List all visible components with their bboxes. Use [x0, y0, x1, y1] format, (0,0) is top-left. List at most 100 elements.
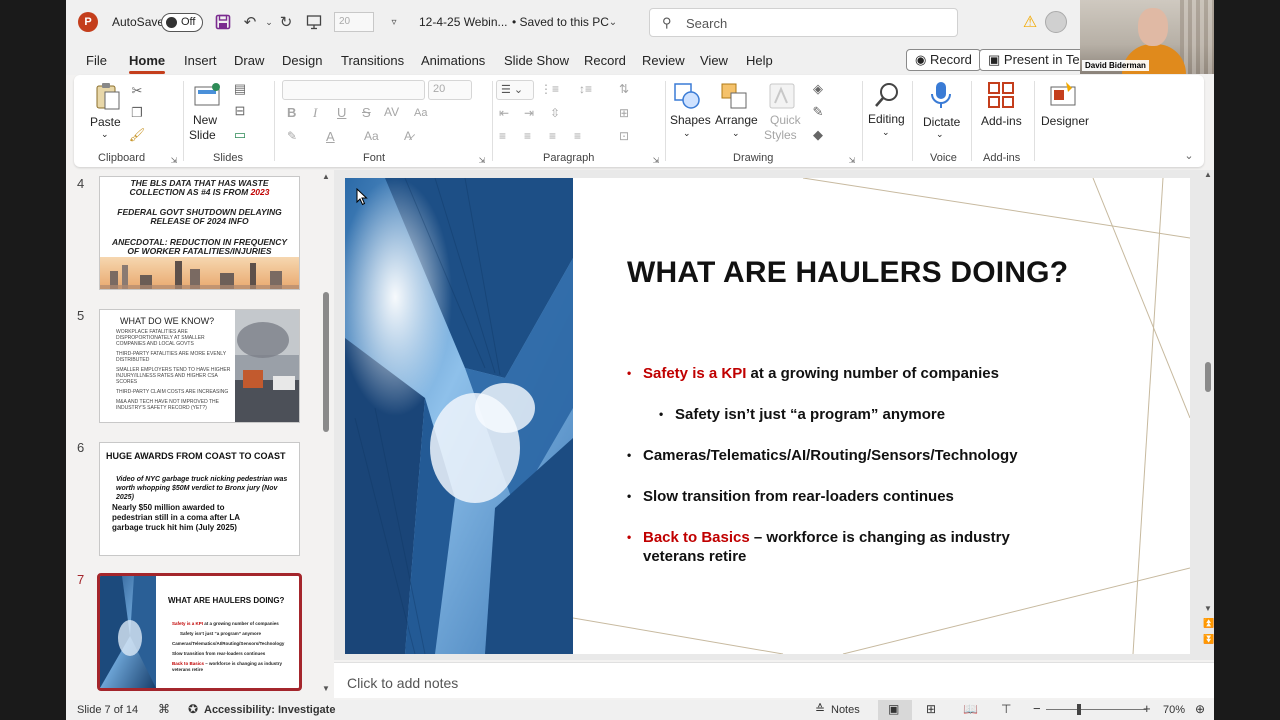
notes-button[interactable]: Notes — [831, 704, 860, 716]
notes-pane[interactable]: Click to add notes — [334, 662, 1214, 698]
accessibility-status[interactable]: Accessibility: Investigate — [204, 704, 335, 716]
shapes-icon[interactable] — [672, 81, 702, 111]
slideshow-icon[interactable]: ⊤ — [1001, 702, 1011, 716]
tab-view[interactable]: View — [700, 53, 728, 68]
tab-help[interactable]: Help — [746, 53, 773, 68]
quick-styles-icon[interactable] — [767, 81, 797, 111]
customize-toolbar-icon[interactable]: ▿ — [384, 12, 404, 32]
scroll-up-icon[interactable]: ▲ — [1204, 170, 1212, 179]
align-text-icon[interactable]: ⊞ — [619, 106, 629, 120]
slide-sorter-icon[interactable]: ⊞ — [926, 702, 936, 716]
designer-button[interactable]: Designer — [1041, 114, 1089, 128]
slide-thumbnail-6[interactable]: HUGE AWARDS FROM COAST TO COAST Video of… — [99, 442, 300, 556]
designer-icon[interactable] — [1048, 80, 1078, 110]
sort-icon[interactable]: ⇅ — [619, 82, 629, 96]
change-case-icon[interactable]: Aa — [414, 107, 427, 119]
slide-scrollbar[interactable]: ▲ ▼ ⏫ ⏬ — [1202, 170, 1214, 660]
arrange-button[interactable]: Arrange — [715, 113, 758, 127]
align-center-icon[interactable]: ≡ — [524, 129, 531, 143]
arrange-icon[interactable] — [719, 81, 749, 111]
bold-icon[interactable]: B — [287, 105, 296, 120]
new-slide-label-2[interactable]: Slide — [189, 128, 216, 142]
microphone-icon[interactable] — [926, 80, 956, 110]
new-slide-button[interactable]: New — [193, 113, 217, 127]
tab-home[interactable]: Home — [129, 53, 166, 74]
copy-icon[interactable]: ❐ — [129, 105, 145, 121]
strikethrough-icon[interactable]: S — [362, 105, 371, 120]
reading-view-icon[interactable]: 📖 — [963, 702, 978, 716]
font-size-combo[interactable]: 20 — [428, 80, 472, 100]
tab-file[interactable]: File — [86, 53, 107, 68]
dialog-launcher-icon[interactable]: ⇲ — [844, 152, 860, 168]
font-name-combo[interactable] — [282, 80, 425, 100]
autosave-toggle[interactable]: Off — [161, 13, 203, 32]
text-direction-icon[interactable]: ⇳ — [550, 106, 560, 120]
slide-thumbnail-5[interactable]: WHAT DO WE KNOW? WORKPLACE FATALITIES AR… — [99, 309, 300, 423]
zoom-level[interactable]: 70% — [1163, 704, 1185, 716]
numbering-icon[interactable]: ⋮≡ — [540, 82, 559, 96]
layout-icon[interactable]: ▤ — [232, 81, 248, 97]
previous-slide-icon[interactable]: ⏫ — [1203, 618, 1214, 629]
tab-transitions[interactable]: Transitions — [341, 53, 404, 68]
shape-effects-icon[interactable]: ◆ — [810, 127, 826, 143]
section-icon[interactable]: ▭ — [232, 127, 248, 143]
quick-font-size-combo[interactable]: 20 — [334, 12, 374, 32]
bullet-1-sub[interactable]: • Safety isn’t just “a program” anymore — [659, 405, 945, 424]
slide-title[interactable]: WHAT ARE HAULERS DOING? — [627, 256, 1068, 290]
highlight-icon[interactable]: ✎ — [287, 129, 297, 143]
quick-styles-label-2[interactable]: Styles — [764, 128, 797, 142]
fit-to-window-icon[interactable]: ⊕ — [1195, 702, 1205, 716]
chevron-down-icon[interactable]: ⌄ — [683, 128, 691, 139]
thumbnail-scrollbar[interactable]: ▲ ▼ — [322, 172, 330, 696]
bullet-4[interactable]: • Back to Basics – workforce is changing… — [627, 528, 1053, 566]
record-button[interactable]: ◉ Record — [906, 49, 981, 71]
tab-draw[interactable]: Draw — [234, 53, 264, 68]
slide-thumbnail-7[interactable]: WHAT ARE HAULERS DOING? Safety is a KPI … — [97, 573, 302, 691]
zoom-slider[interactable] — [1046, 704, 1146, 715]
character-spacing-icon[interactable]: AV — [384, 105, 399, 119]
save-status[interactable]: • Saved to this PC — [512, 15, 609, 29]
quick-styles-button[interactable]: Quick — [770, 113, 801, 127]
tab-review[interactable]: Review — [642, 53, 685, 68]
justify-icon[interactable]: ≡ — [574, 129, 581, 143]
chevron-down-icon[interactable]: ⌄ — [936, 129, 944, 140]
new-slide-icon[interactable] — [192, 81, 222, 111]
align-right-icon[interactable]: ≡ — [549, 129, 556, 143]
addins-button[interactable]: Add-ins — [981, 114, 1022, 128]
shapes-button[interactable]: Shapes — [670, 113, 711, 127]
magnifier-icon[interactable] — [872, 80, 902, 110]
font-size-icon[interactable]: Aa — [364, 129, 379, 143]
bullet-1[interactable]: • Safety is a KPI at a growing number of… — [627, 364, 999, 383]
next-slide-icon[interactable]: ⏬ — [1203, 634, 1214, 645]
present-from-start-icon[interactable] — [304, 12, 324, 32]
smartart-icon[interactable]: ⊡ — [619, 129, 629, 143]
scroll-down-icon[interactable]: ▼ — [322, 684, 330, 693]
slide-counter[interactable]: Slide 7 of 14 — [77, 704, 138, 716]
document-title[interactable]: 12-4-25 Webin... — [419, 15, 508, 29]
search-box[interactable]: ⚲ Search — [649, 8, 958, 37]
line-spacing-icon[interactable]: ↕≡ — [579, 82, 592, 96]
reset-icon[interactable]: ⊟ — [232, 103, 248, 119]
tab-insert[interactable]: Insert — [184, 53, 217, 68]
tab-animations[interactable]: Animations — [421, 53, 485, 68]
dialog-launcher-icon[interactable]: ⇲ — [166, 152, 182, 168]
shape-fill-icon[interactable]: ◈ — [810, 81, 826, 97]
bullet-2[interactable]: • Cameras/Telematics/AI/Routing/Sensors/… — [627, 446, 1018, 465]
collapse-ribbon-icon[interactable]: ⌄ — [1181, 147, 1197, 163]
scrollbar-thumb[interactable] — [323, 292, 329, 432]
present-in-teams-button[interactable]: ▣ Present in Tear — [979, 49, 1089, 71]
editing-button[interactable]: Editing — [868, 112, 905, 126]
dialog-launcher-icon[interactable]: ⇲ — [474, 152, 490, 168]
accessibility-icon[interactable]: ✪ — [188, 702, 198, 716]
user-avatar[interactable] — [1045, 11, 1067, 33]
redo-icon[interactable]: ↻ — [276, 12, 296, 32]
dictate-button[interactable]: Dictate — [923, 115, 960, 129]
bullets-icon[interactable]: ☰ ⌄ — [496, 80, 534, 100]
underline-icon[interactable]: U — [337, 105, 346, 120]
tab-design[interactable]: Design — [282, 53, 322, 68]
warning-icon[interactable]: ⚠ — [1020, 12, 1040, 32]
paste-button[interactable]: Paste — [90, 115, 121, 129]
scroll-up-icon[interactable]: ▲ — [322, 172, 330, 181]
undo-icon[interactable]: ↶ — [240, 12, 260, 32]
clear-formatting-icon[interactable]: A̷ — [404, 129, 412, 143]
